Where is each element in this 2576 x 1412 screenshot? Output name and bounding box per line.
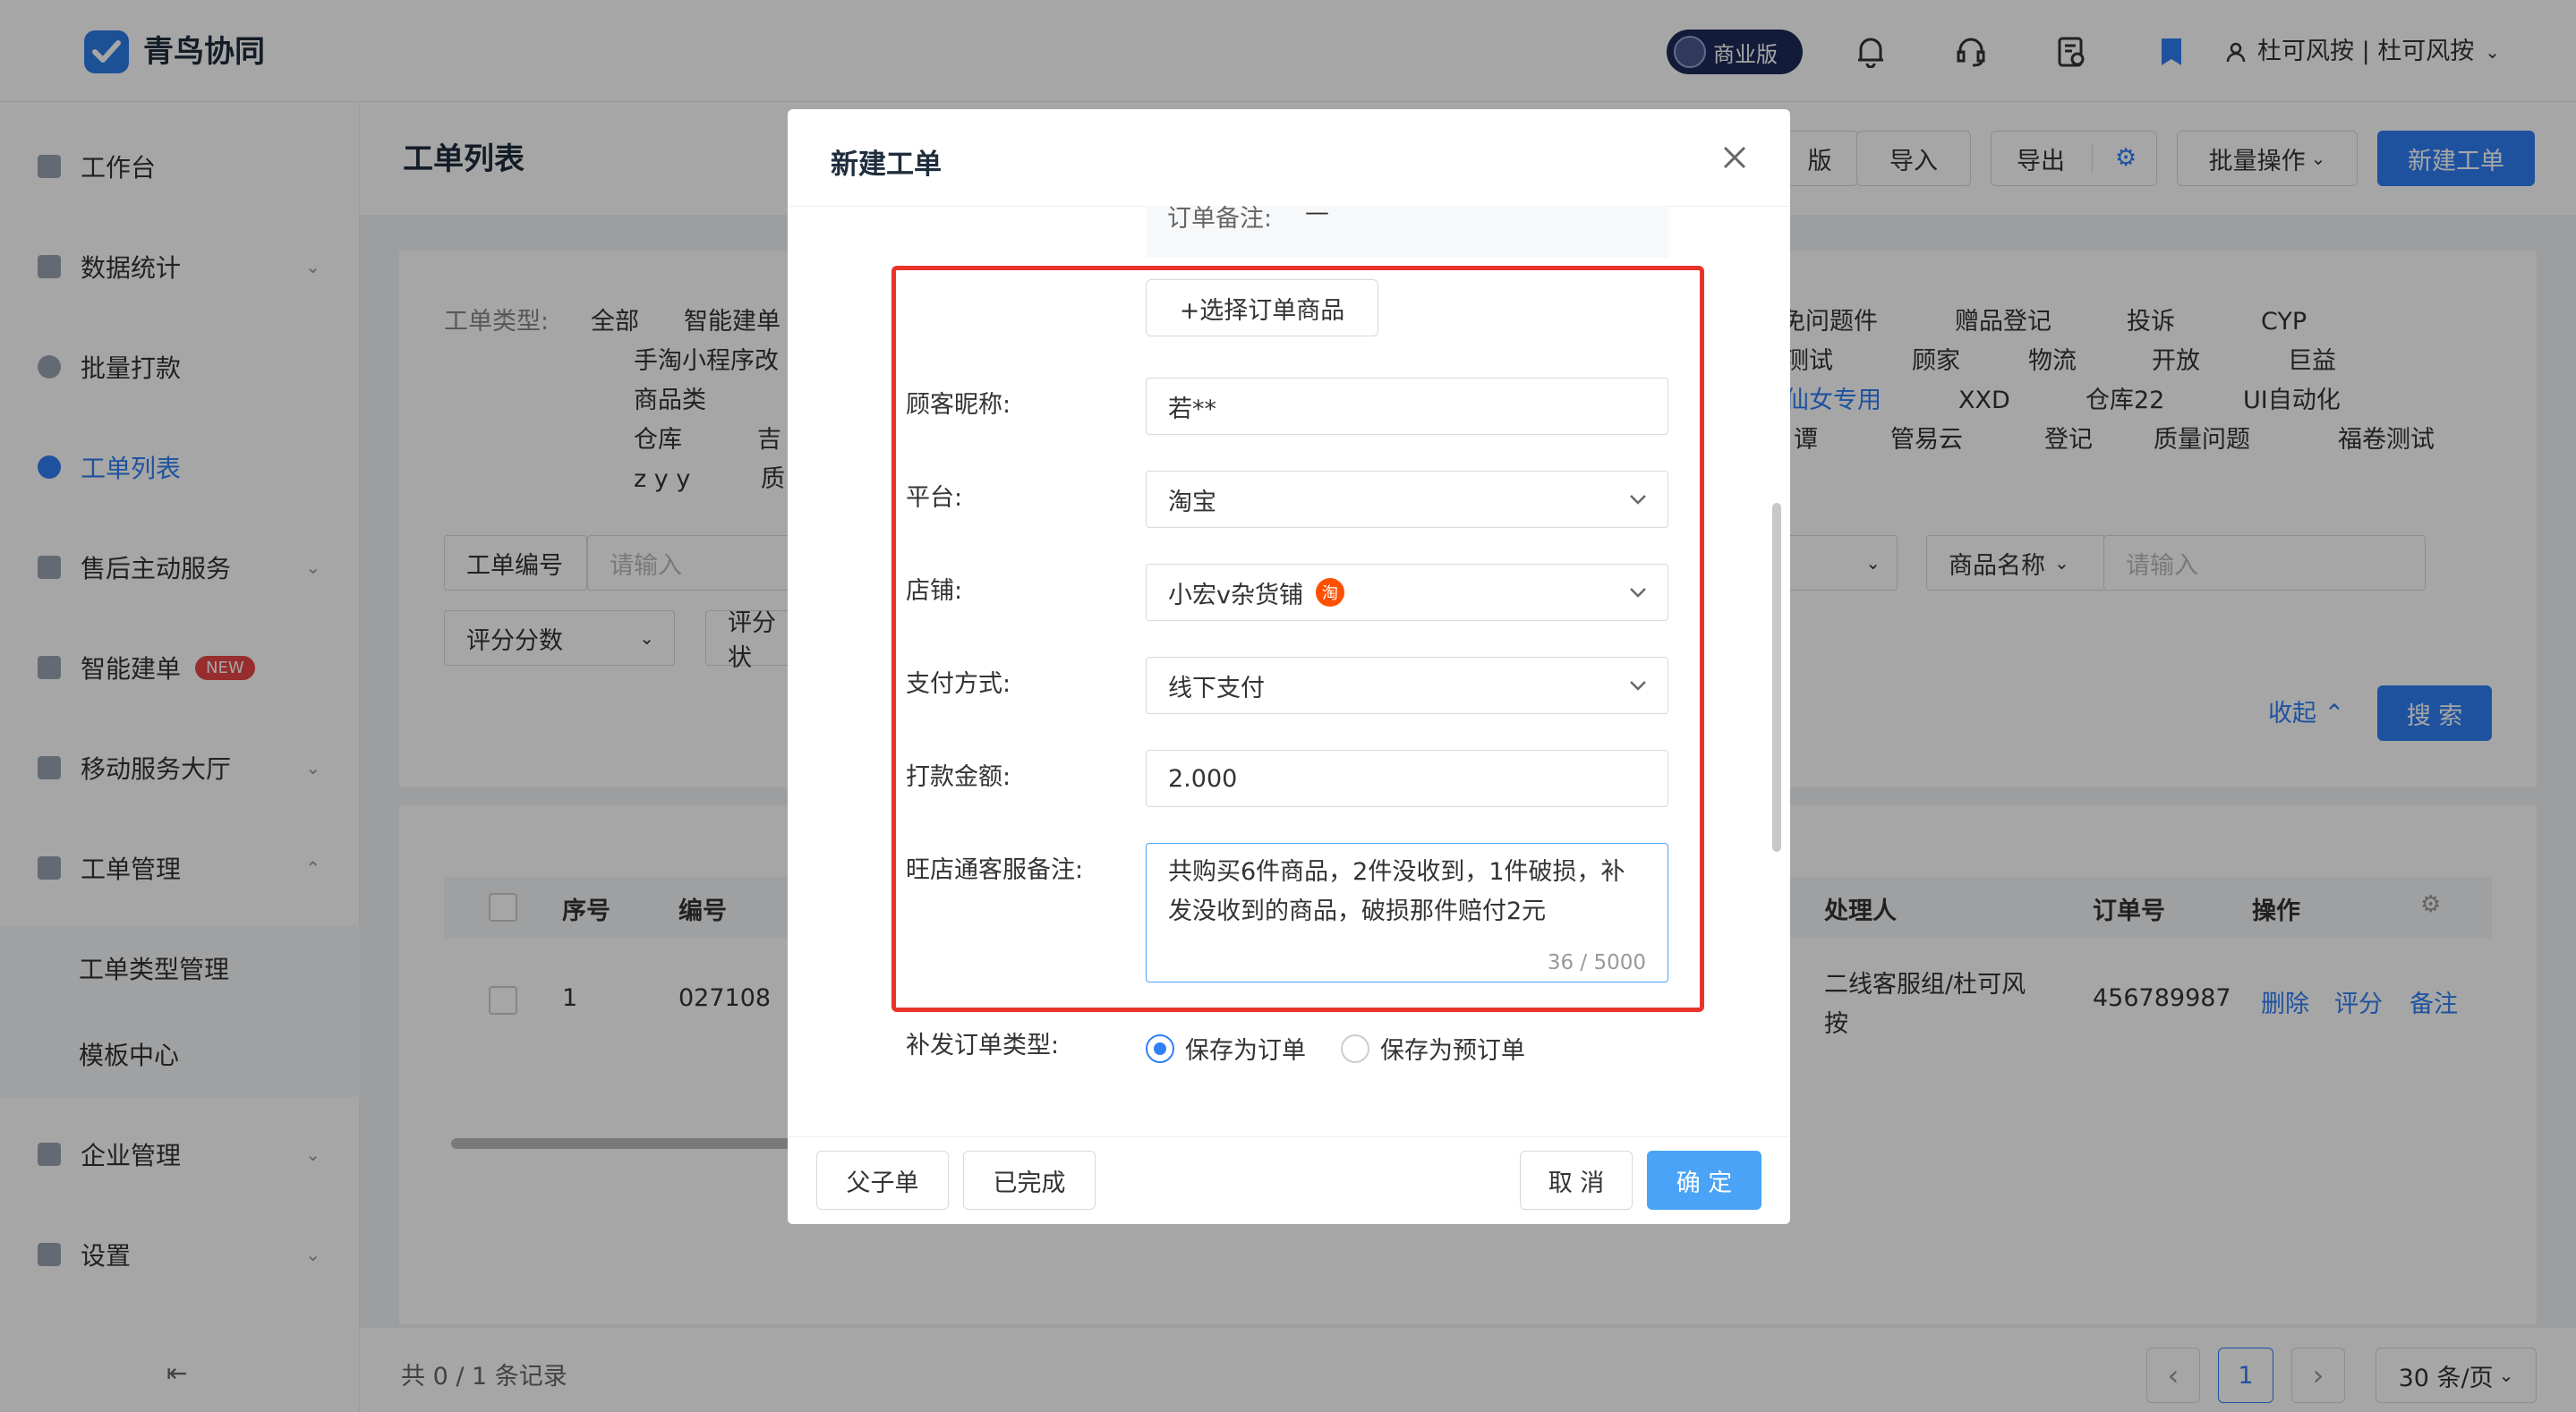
radio-unchecked-icon (1341, 1033, 1369, 1063)
highlight-frame (891, 266, 1704, 1012)
parent-child-button[interactable]: 父子单 (816, 1151, 949, 1210)
modal-scrollbar[interactable] (1772, 503, 1781, 852)
order-note-value: — (1305, 199, 1329, 226)
radio-checked-icon (1146, 1033, 1174, 1063)
radio-label: 保存为订单 (1185, 1037, 1306, 1065)
confirm-button[interactable]: 确 定 (1647, 1151, 1761, 1210)
completed-button[interactable]: 已完成 (963, 1151, 1096, 1210)
radio-save-order[interactable]: 保存为订单 (1146, 1031, 1306, 1066)
new-ticket-modal: 新建工单 订单备注: — +选择订单商品 顾客昵称: 若** 平台: 淘宝 店铺… (788, 109, 1790, 1224)
order-note-label: 订单备注: (1167, 205, 1273, 233)
close-icon[interactable] (1717, 140, 1753, 175)
cancel-button[interactable]: 取 消 (1520, 1151, 1633, 1210)
radio-save-preorder[interactable]: 保存为预订单 (1341, 1031, 1525, 1066)
modal-title: 新建工单 (831, 149, 942, 181)
reissue-type-label: 补发订单类型: (906, 1032, 1060, 1059)
radio-label: 保存为预订单 (1380, 1037, 1525, 1065)
